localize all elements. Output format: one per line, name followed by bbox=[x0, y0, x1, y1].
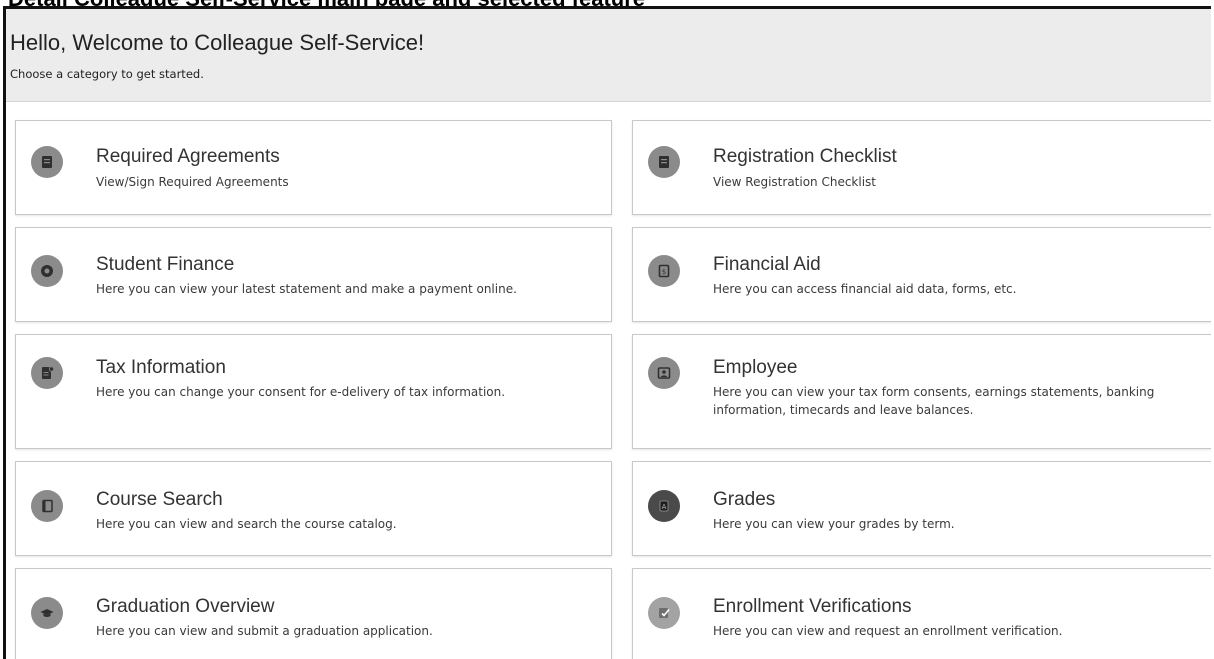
page-title: Hello, Welcome to Colleague Self-Service… bbox=[10, 30, 425, 55]
tile-enrollment-verifications[interactable]: Enrollment Verifications Here you can vi… bbox=[632, 568, 1211, 659]
svg-text:$: $ bbox=[662, 268, 666, 276]
enrollment-verification-icon bbox=[648, 597, 680, 629]
tile-description: Here you can view and request an enrollm… bbox=[713, 624, 1063, 638]
agreement-icon bbox=[31, 146, 63, 178]
tile-student-finance[interactable]: Student Finance Here you can view your l… bbox=[15, 227, 612, 322]
tile-title: Grades bbox=[713, 489, 776, 510]
tile-title: Registration Checklist bbox=[713, 146, 897, 167]
welcome-header: Hello, Welcome to Colleague Self-Service… bbox=[6, 9, 1211, 102]
tile-title: Required Agreements bbox=[96, 146, 280, 167]
tile-course-search[interactable]: Course Search Here you can view and sear… bbox=[15, 461, 612, 556]
tile-financial-aid[interactable]: $ Financial Aid Here you can access fina… bbox=[632, 227, 1211, 322]
tile-description: Here you can view your latest statement … bbox=[96, 282, 517, 296]
tile-title: Tax Information bbox=[96, 357, 226, 378]
tile-description: Here you can view and search the course … bbox=[96, 517, 397, 531]
tile-description: Here you can view your grades by term. bbox=[713, 517, 955, 531]
tile-description: Here you can change your consent for e-d… bbox=[96, 385, 506, 399]
grades-icon: A bbox=[648, 490, 680, 522]
book-icon bbox=[31, 490, 63, 522]
checklist-icon bbox=[648, 146, 680, 178]
tile-employee[interactable]: Employee Here you can view your tax form… bbox=[632, 334, 1211, 449]
graduation-cap-icon bbox=[31, 597, 63, 629]
self-service-window: Hello, Welcome to Colleague Self-Service… bbox=[3, 6, 1211, 659]
tile-graduation-overview[interactable]: Graduation Overview Here you can view an… bbox=[15, 568, 612, 659]
page-subtitle: Choose a category to get started. bbox=[10, 67, 204, 81]
tile-title: Employee bbox=[713, 357, 798, 378]
financial-aid-icon: $ bbox=[648, 255, 680, 287]
tile-description: View/Sign Required Agreements bbox=[96, 175, 289, 189]
tile-tax-information[interactable]: Tax Information Here you can change your… bbox=[15, 334, 612, 449]
tile-grades[interactable]: A Grades Here you can view your grades b… bbox=[632, 461, 1211, 556]
employee-badge-icon bbox=[648, 357, 680, 389]
tile-title: Student Finance bbox=[96, 254, 235, 275]
tax-document-icon bbox=[31, 357, 63, 389]
tile-description: Here you can view your tax form consents… bbox=[713, 385, 1155, 417]
tile-description: View Registration Checklist bbox=[713, 175, 877, 189]
tile-title: Course Search bbox=[96, 489, 223, 510]
svg-text:A: A bbox=[662, 503, 667, 511]
tile-title: Financial Aid bbox=[713, 254, 821, 275]
tile-description: Here you can access financial aid data, … bbox=[713, 282, 1017, 296]
tile-registration-checklist[interactable]: Registration Checklist View Registration… bbox=[632, 120, 1211, 215]
finance-icon bbox=[31, 255, 63, 287]
tile-title: Enrollment Verifications bbox=[713, 596, 912, 617]
tile-title: Graduation Overview bbox=[96, 596, 275, 617]
tile-required-agreements[interactable]: Required Agreements View/Sign Required A… bbox=[15, 120, 612, 215]
tile-description: Here you can view and submit a graduatio… bbox=[96, 624, 433, 638]
